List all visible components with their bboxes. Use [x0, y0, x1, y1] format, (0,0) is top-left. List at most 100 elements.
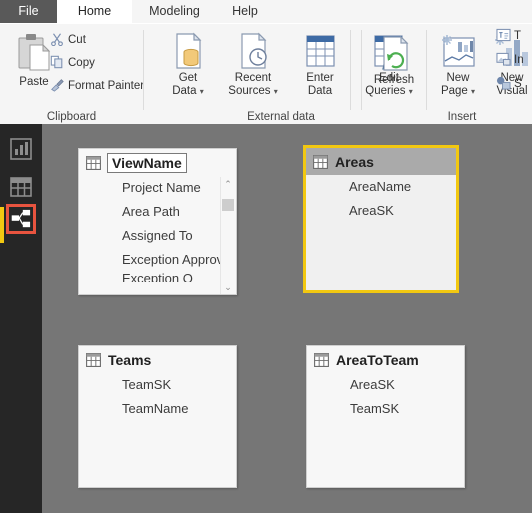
image-label: In — [514, 54, 524, 66]
table-card-header[interactable]: ViewName — [79, 149, 236, 176]
copy-button[interactable]: Copy — [50, 55, 95, 69]
table-field[interactable]: TeamSK — [307, 397, 464, 421]
text-box-icon — [496, 28, 511, 42]
recent-sources-label-1: Recent — [234, 72, 272, 84]
ribbon-tab-strip: File Home Modeling Help — [0, 0, 532, 23]
tab-file[interactable]: File — [0, 0, 57, 23]
view-switcher-rail — [0, 124, 42, 513]
new-page-button[interactable]: New Page ▾ — [432, 32, 484, 98]
table-card-fields: AreaSK TeamSK — [307, 373, 464, 421]
table-card-fields: AreaName AreaSK — [306, 175, 456, 223]
table-icon — [86, 352, 101, 367]
table-icon — [314, 352, 329, 367]
get-data-button[interactable]: Get Data ▾ — [160, 32, 216, 98]
new-page-label-2: Page ▾ — [440, 85, 476, 97]
table-field[interactable]: AreaName — [306, 175, 456, 199]
new-page-label-1: New — [446, 72, 470, 84]
ribbon: Paste Cut Copy Format Painter Clipboard … — [0, 23, 532, 124]
tab-help[interactable]: Help — [217, 0, 273, 23]
scissors-icon — [51, 33, 63, 46]
shapes-icon — [496, 76, 511, 90]
enter-data-icon — [306, 35, 335, 67]
table-field[interactable]: Assigned To — [79, 224, 236, 248]
copy-icon — [50, 55, 63, 69]
refresh-button[interactable]: Refresh — [365, 34, 423, 87]
scroll-down-icon[interactable]: ⌄ — [221, 280, 235, 294]
table-name-edit-box[interactable]: ViewName — [107, 152, 187, 173]
sidebar-item-model[interactable] — [6, 204, 36, 234]
table-card-header[interactable]: Areas — [306, 148, 456, 175]
ribbon-separator-3 — [426, 30, 427, 110]
table-field[interactable]: Area Path — [79, 200, 236, 224]
recent-sources-label-2: Sources ▾ — [228, 85, 278, 97]
recent-sources-button[interactable]: Recent Sources ▾ — [218, 32, 288, 98]
shapes-button[interactable]: S — [496, 76, 522, 90]
cut-label: Cut — [68, 34, 86, 46]
table-field[interactable]: Exception Approver — [79, 248, 236, 272]
table-field[interactable]: AreaSK — [306, 199, 456, 223]
ribbon-separator-1b — [350, 30, 351, 110]
ribbon-group-insert: New Page ▾ New Visual T In S Insert — [430, 24, 532, 125]
table-card-teams[interactable]: Teams TeamSK TeamName — [78, 345, 237, 488]
format-painter-button[interactable]: Format Painter — [50, 78, 144, 92]
model-canvas[interactable]: ViewName Project Name Area Path Assigned… — [42, 124, 532, 513]
report-view-icon — [10, 138, 32, 160]
table-card-scrollbar[interactable]: ⌃ ⌄ — [220, 177, 235, 294]
ribbon-separator-2 — [361, 30, 362, 110]
table-name[interactable]: Teams — [108, 352, 151, 368]
ribbon-group-insert-title: Insert — [447, 111, 477, 123]
power-bi-window: File Home Modeling Help Paste Cut Copy F… — [0, 0, 532, 513]
cut-button[interactable]: Cut — [50, 32, 86, 46]
format-painter-label: Format Painter — [68, 80, 145, 92]
sidebar-item-report[interactable] — [6, 134, 36, 164]
get-data-label-2: Data ▾ — [172, 85, 204, 97]
get-data-caret-icon[interactable]: ▾ — [200, 87, 204, 96]
table-name[interactable]: AreaToTeam — [336, 352, 419, 368]
image-button[interactable]: In — [496, 52, 524, 66]
recent-sources-icon — [241, 32, 267, 69]
enter-data-label-1: Enter — [306, 72, 334, 84]
format-painter-icon — [51, 79, 64, 92]
image-icon — [496, 52, 511, 66]
new-page-caret-icon[interactable]: ▾ — [471, 87, 475, 96]
table-name[interactable]: Areas — [335, 154, 374, 170]
model-view-icon — [11, 209, 31, 228]
ribbon-group-clipboard-title: Clipboard — [46, 111, 97, 123]
table-card-header[interactable]: Teams — [79, 346, 236, 373]
scrollbar-thumb[interactable] — [222, 199, 234, 211]
scroll-up-icon[interactable]: ⌃ — [221, 177, 235, 191]
sidebar-item-data[interactable] — [6, 172, 36, 202]
shapes-label: S — [514, 78, 522, 90]
ribbon-group-clipboard: Paste Cut Copy Format Painter Clipboard — [0, 24, 144, 125]
table-icon — [313, 154, 328, 169]
table-card-header[interactable]: AreaToTeam — [307, 346, 464, 373]
table-card-areas[interactable]: Areas AreaName AreaSK — [303, 145, 459, 293]
tab-home[interactable]: Home — [57, 0, 132, 23]
table-field[interactable]: Project Name — [79, 176, 236, 200]
table-card-viewname[interactable]: ViewName Project Name Area Path Assigned… — [78, 148, 237, 295]
table-field-clipped[interactable]: Exception O — [79, 272, 236, 282]
refresh-label: Refresh — [373, 74, 415, 86]
table-field[interactable]: TeamName — [79, 397, 236, 421]
enter-data-label-2: Data — [307, 85, 333, 97]
text-box-button[interactable]: T — [496, 28, 521, 42]
tab-strip-filler — [273, 0, 532, 23]
recent-sources-caret-icon[interactable]: ▾ — [274, 87, 278, 96]
ribbon-group-external-data-title: External data — [247, 111, 315, 123]
table-card-areatoteam[interactable]: AreaToTeam AreaSK TeamSK — [306, 345, 465, 488]
tab-modeling[interactable]: Modeling — [132, 0, 217, 23]
refresh-icon — [383, 35, 409, 71]
ribbon-separator-1 — [143, 30, 144, 110]
table-field[interactable]: AreaSK — [307, 373, 464, 397]
data-view-icon — [10, 177, 32, 197]
edit-queries-caret-icon[interactable]: ▾ — [409, 87, 413, 96]
table-field[interactable]: TeamSK — [79, 373, 236, 397]
active-view-marker — [0, 207, 4, 243]
enter-data-button[interactable]: Enter Data — [292, 32, 348, 98]
paste-icon — [18, 34, 51, 71]
new-page-icon — [442, 35, 475, 67]
copy-label: Copy — [68, 57, 95, 69]
get-data-label-1: Get — [178, 72, 198, 84]
get-data-icon — [176, 32, 202, 69]
table-card-fields: Project Name Area Path Assigned To Excep… — [79, 176, 236, 282]
